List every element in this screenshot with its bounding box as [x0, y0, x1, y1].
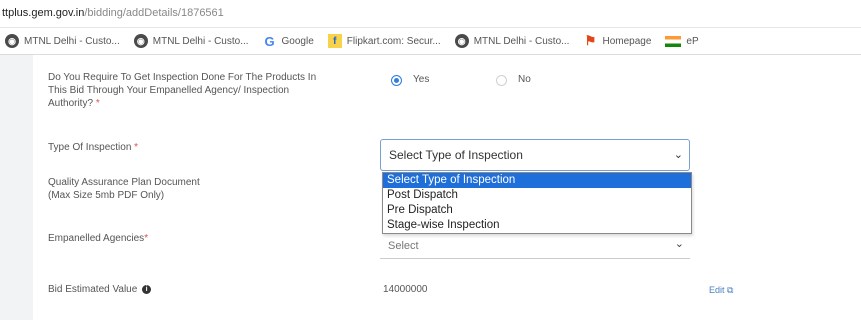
type-of-inspection-value: Select Type of Inspection — [389, 148, 523, 162]
bookmark-label: Flipkart.com: Secur... — [346, 35, 441, 47]
dropdown-option-stage-wise[interactable]: Stage-wise Inspection — [383, 218, 691, 233]
india-flag-icon — [665, 35, 682, 47]
required-mark: * — [134, 142, 139, 153]
radio-yes[interactable] — [391, 75, 402, 86]
bid-estimated-value: 14000000 — [383, 284, 428, 295]
external-link-icon: ⧉ — [727, 285, 734, 295]
url-host: ttplus.gem.gov.in — [2, 7, 85, 19]
bookmark-mtnl-1[interactable]: ◉ MTNL Delhi - Custo... — [5, 34, 120, 48]
type-of-inspection-select[interactable]: Select Type of Inspection ⌄ — [380, 139, 690, 171]
qa-plan-label: Quality Assurance Plan Document (Max Siz… — [48, 176, 200, 202]
home-icon: ⚑ — [584, 33, 597, 48]
bookmark-label: Homepage — [602, 35, 652, 47]
bookmark-label: eP — [686, 35, 699, 47]
bookmark-mtnl-2[interactable]: ◉ MTNL Delhi - Custo... — [133, 34, 249, 48]
type-of-inspection-dropdown: Select Type of Inspection Post Dispatch … — [382, 172, 692, 234]
empanelled-agencies-label: Empanelled Agencies* — [48, 232, 148, 245]
bookmarks-bar: ◉ MTNL Delhi - Custo... ◉ MTNL Delhi - C… — [0, 28, 861, 55]
bookmark-google[interactable]: G Google — [263, 33, 314, 49]
dropdown-option-pre-dispatch[interactable]: Pre Dispatch — [383, 203, 691, 218]
bookmark-label: MTNL Delhi - Custo... — [152, 35, 249, 47]
type-of-inspection-text: Type Of Inspection — [48, 142, 132, 153]
required-mark: * — [144, 233, 149, 244]
bookmark-flipkart[interactable]: f Flipkart.com: Secur... — [327, 34, 441, 48]
bookmark-homepage[interactable]: ⚑ Homepage — [583, 33, 652, 48]
bookmark-mtnl-3[interactable]: ◉ MTNL Delhi - Custo... — [454, 34, 570, 48]
google-icon: G — [264, 33, 275, 49]
empanelled-agencies-text: Empanelled Agencies — [48, 233, 145, 244]
bookmark-label: Google — [281, 35, 314, 47]
radio-yes-label: Yes — [413, 74, 430, 85]
chevron-down-icon: ⌄ — [673, 149, 683, 161]
edit-label: Edit — [709, 285, 725, 295]
bookmark-ep[interactable]: eP — [665, 35, 699, 47]
qa-plan-label-line1: Quality Assurance Plan Document — [48, 177, 200, 188]
address-bar[interactable]: ttplus.gem.gov.in/bidding/addDetails/187… — [0, 0, 861, 28]
radio-no-label: No — [518, 74, 531, 85]
bookmark-label: MTNL Delhi - Custo... — [473, 35, 570, 47]
url-path: /bidding/addDetails/1876561 — [84, 7, 224, 19]
chevron-down-icon: ⌄ — [674, 238, 684, 250]
edit-link[interactable]: Edit ⧉ — [709, 285, 733, 296]
inspection-question-text: Do You Require To Get Inspection Done Fo… — [48, 72, 317, 109]
type-of-inspection-label: Type Of Inspection * — [48, 141, 138, 154]
globe-icon: ◉ — [5, 34, 19, 48]
inspection-question-label: Do You Require To Get Inspection Done Fo… — [48, 71, 318, 110]
bid-estimated-value-label: Bid Estimated Value i — [48, 283, 152, 296]
qa-plan-label-line2: (Max Size 5mb PDF Only) — [48, 190, 165, 201]
info-icon[interactable]: i — [142, 284, 152, 294]
dropdown-option-select[interactable]: Select Type of Inspection — [383, 173, 691, 188]
required-mark: * — [95, 98, 100, 109]
empanelled-agencies-select[interactable]: Select ⌄ — [380, 238, 690, 259]
bookmark-label: MTNL Delhi - Custo... — [24, 35, 120, 47]
globe-icon: ◉ — [133, 34, 148, 48]
flipkart-icon: f — [327, 34, 342, 48]
globe-icon: ◉ — [454, 34, 469, 48]
bid-details-form: Do You Require To Get Inspection Done Fo… — [33, 55, 861, 320]
empanelled-agencies-value: Select — [388, 240, 419, 252]
radio-no[interactable] — [496, 75, 507, 86]
dropdown-option-post-dispatch[interactable]: Post Dispatch — [383, 188, 691, 203]
bid-estimated-value-text: Bid Estimated Value — [48, 284, 138, 295]
